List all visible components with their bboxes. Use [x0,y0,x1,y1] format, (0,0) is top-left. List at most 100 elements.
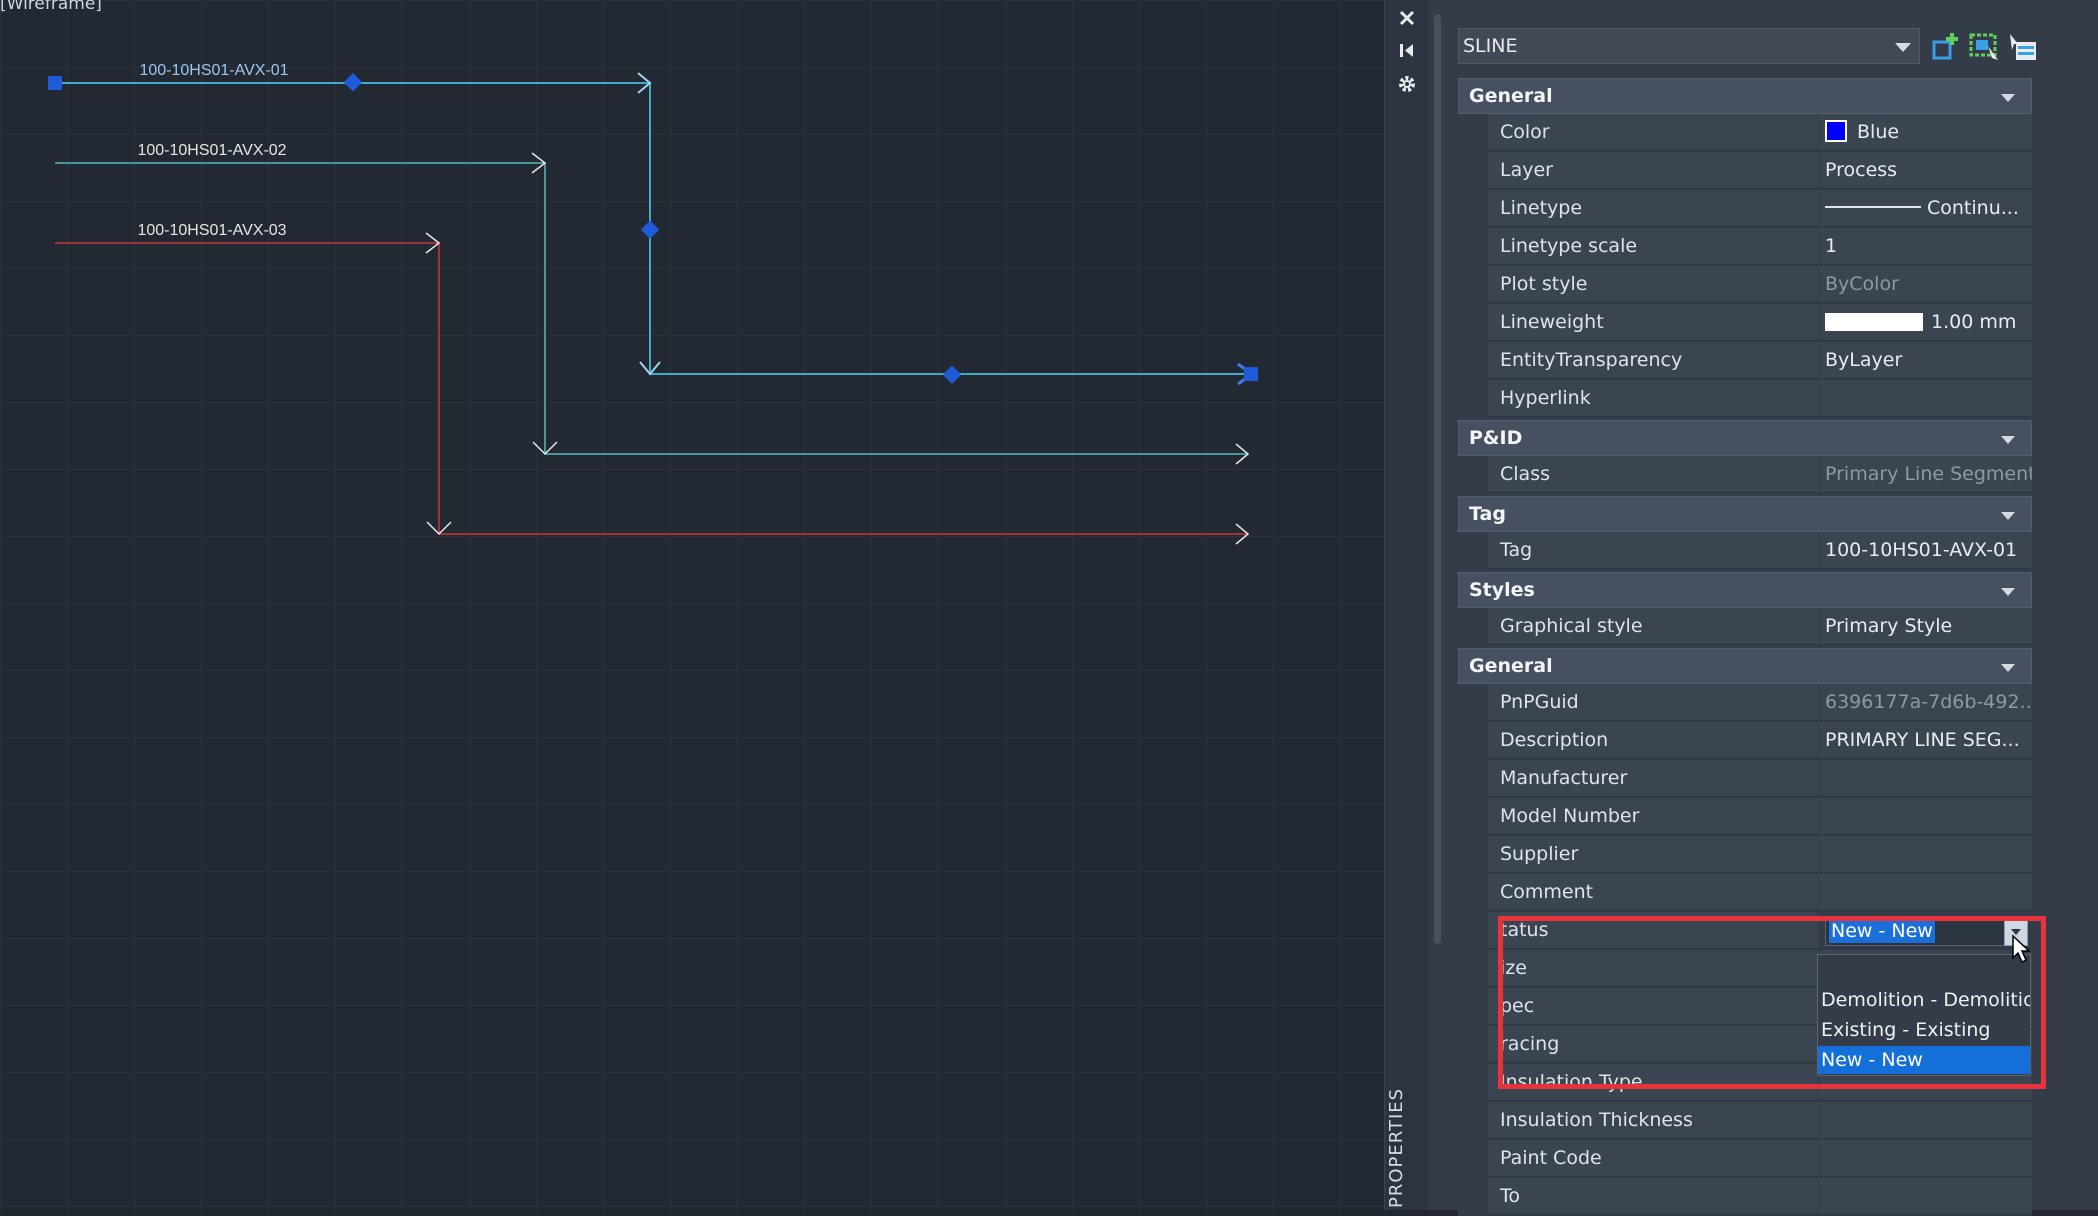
property-value[interactable]: ByLayer [1819,342,2032,379]
toggle-pickadd-icon[interactable] [1930,30,1964,64]
property-value-text: Primary Line Segment [1825,463,2032,485]
property-value[interactable]: Blue [1819,114,2032,151]
status-select[interactable]: New - New [1825,916,2019,946]
settings-icon[interactable] [1395,72,1419,96]
auto-hide-icon[interactable] [1395,38,1419,62]
property-row[interactable]: Manufacturer [1458,760,2032,798]
property-value[interactable]: ByColor [1819,266,2032,303]
status-option-existing[interactable]: Existing - Existing [1818,1016,2030,1044]
property-value[interactable]: Process [1819,152,2032,189]
property-name: Tag [1488,532,1818,569]
property-name: To [1488,1178,1818,1215]
property-row[interactable]: Plot style ByColor [1458,266,2032,304]
row-gutter [1458,874,1488,912]
grip-midpoint-icon[interactable] [942,365,962,384]
row-gutter [1458,1026,1488,1064]
collapse-arrow-icon[interactable] [2001,94,2015,102]
chevron-down-icon[interactable] [1895,43,1911,52]
property-row[interactable]: PnPGuid 6396177a-7d6b-492... [1458,684,2032,722]
property-row[interactable]: Insulation Thickness [1458,1102,2032,1140]
property-row[interactable]: Linetype Continu... [1458,190,2032,228]
property-row[interactable]: Class Primary Line Segment [1458,456,2032,494]
section-header[interactable]: Styles [1458,572,2032,608]
property-row[interactable]: Tag 100-10HS01-AVX-01 [1458,532,2032,570]
property-value-text: 1.00 mm [1931,311,2017,333]
property-value[interactable] [1819,1140,2032,1177]
grip-start-icon[interactable] [48,76,62,90]
property-row[interactable]: Graphical style Primary Style [1458,608,2032,646]
property-row[interactable]: Supplier [1458,836,2032,874]
scrollbar-thumb[interactable] [1434,14,1441,944]
property-row[interactable]: Lineweight 1.00 mm [1458,304,2032,342]
property-value[interactable]: 6396177a-7d6b-492... [1819,684,2032,721]
property-row[interactable]: Hyperlink [1458,380,2032,418]
status-option-demolition[interactable]: Demolition - Demolition [1818,986,2030,1014]
property-value[interactable] [1819,760,2032,797]
property-row[interactable]: tatus New - New [1458,912,2032,950]
row-gutter [1458,950,1488,988]
line-avx-02[interactable]: 100-10HS01-AVX-02 [55,142,1250,465]
property-value[interactable] [1819,1102,2032,1139]
collapse-arrow-icon[interactable] [2001,436,2015,444]
property-row[interactable]: Description PRIMARY LINE SEG... [1458,722,2032,760]
palette-scrollbar[interactable] [1432,14,1444,944]
grip-midpoint-icon[interactable] [343,73,363,92]
property-row[interactable]: Paint Code [1458,1140,2032,1178]
collapse-arrow-icon[interactable] [2001,512,2015,520]
property-row[interactable]: Layer Process [1458,152,2032,190]
property-row[interactable]: Model Number [1458,798,2032,836]
row-gutter [1458,152,1488,190]
property-value[interactable]: 100-10HS01-AVX-01 [1819,532,2032,569]
property-value-text: Blue [1857,121,1900,143]
close-icon[interactable] [1395,6,1419,30]
property-value-text: PRIMARY LINE SEG... [1825,729,2020,751]
collapse-arrow-icon[interactable] [2001,664,2015,672]
status-option-new[interactable]: New - New [1818,1046,2030,1074]
property-row[interactable]: To [1458,1178,2032,1216]
property-row[interactable]: Color Blue [1458,114,2032,152]
property-row[interactable]: Comment [1458,874,2032,912]
property-name: tatus [1488,912,1818,949]
property-name: Hyperlink [1488,380,1818,417]
line-tag-label: 100-10HS01-AVX-03 [137,222,286,239]
section-title: General [1469,85,1553,107]
property-value[interactable] [1819,798,2032,835]
property-value[interactable]: 1 [1819,228,2032,265]
property-value-text: Primary Style [1825,615,1953,637]
grip-midpoint-icon[interactable] [640,220,660,239]
property-name: PnPGuid [1488,684,1818,721]
quick-select-icon[interactable] [2006,30,2040,64]
row-gutter [1458,798,1488,836]
property-row[interactable]: EntityTransparency ByLayer [1458,342,2032,380]
property-value[interactable]: PRIMARY LINE SEG... [1819,722,2032,759]
drawing-canvas[interactable]: [Wireframe] 100-10HS01-AVX-01 100-10HS01… [0,0,1384,1210]
line-tag-label: 100-10HS01-AVX-02 [137,142,286,159]
object-type-select[interactable]: SLINE [1458,28,1920,64]
property-row[interactable]: Linetype scale 1 [1458,228,2032,266]
property-value[interactable] [1819,380,2032,417]
section-header[interactable]: P&ID [1458,420,2032,456]
mouse-cursor-icon [2011,934,2033,968]
property-value[interactable] [1819,1178,2032,1215]
property-name: Plot style [1488,266,1818,303]
line-avx-03[interactable]: 100-10HS01-AVX-03 [55,222,1250,545]
status-dropdown-list[interactable]: Demolition - Demolition Existing - Exist… [1817,954,2031,1076]
property-value[interactable] [1819,874,2032,911]
color-swatch-icon [1825,120,1847,142]
section-header[interactable]: Tag [1458,496,2032,532]
section-header[interactable]: General [1458,78,2032,114]
property-value-text: 1 [1825,235,1838,257]
property-value[interactable]: Primary Line Segment [1819,456,2032,493]
section-title: Tag [1469,503,1506,525]
section-title: Styles [1469,579,1535,601]
section-header[interactable]: General [1458,648,2032,684]
row-gutter [1458,1178,1488,1216]
property-value[interactable]: Primary Style [1819,608,2032,645]
property-name: EntityTransparency [1488,342,1818,379]
collapse-arrow-icon[interactable] [2001,588,2015,596]
property-value[interactable]: 1.00 mm [1819,304,2032,341]
grip-end-icon[interactable] [1244,367,1258,381]
select-objects-icon[interactable] [1968,30,2002,64]
property-value[interactable] [1819,836,2032,873]
property-value[interactable]: Continu... [1819,190,2032,227]
